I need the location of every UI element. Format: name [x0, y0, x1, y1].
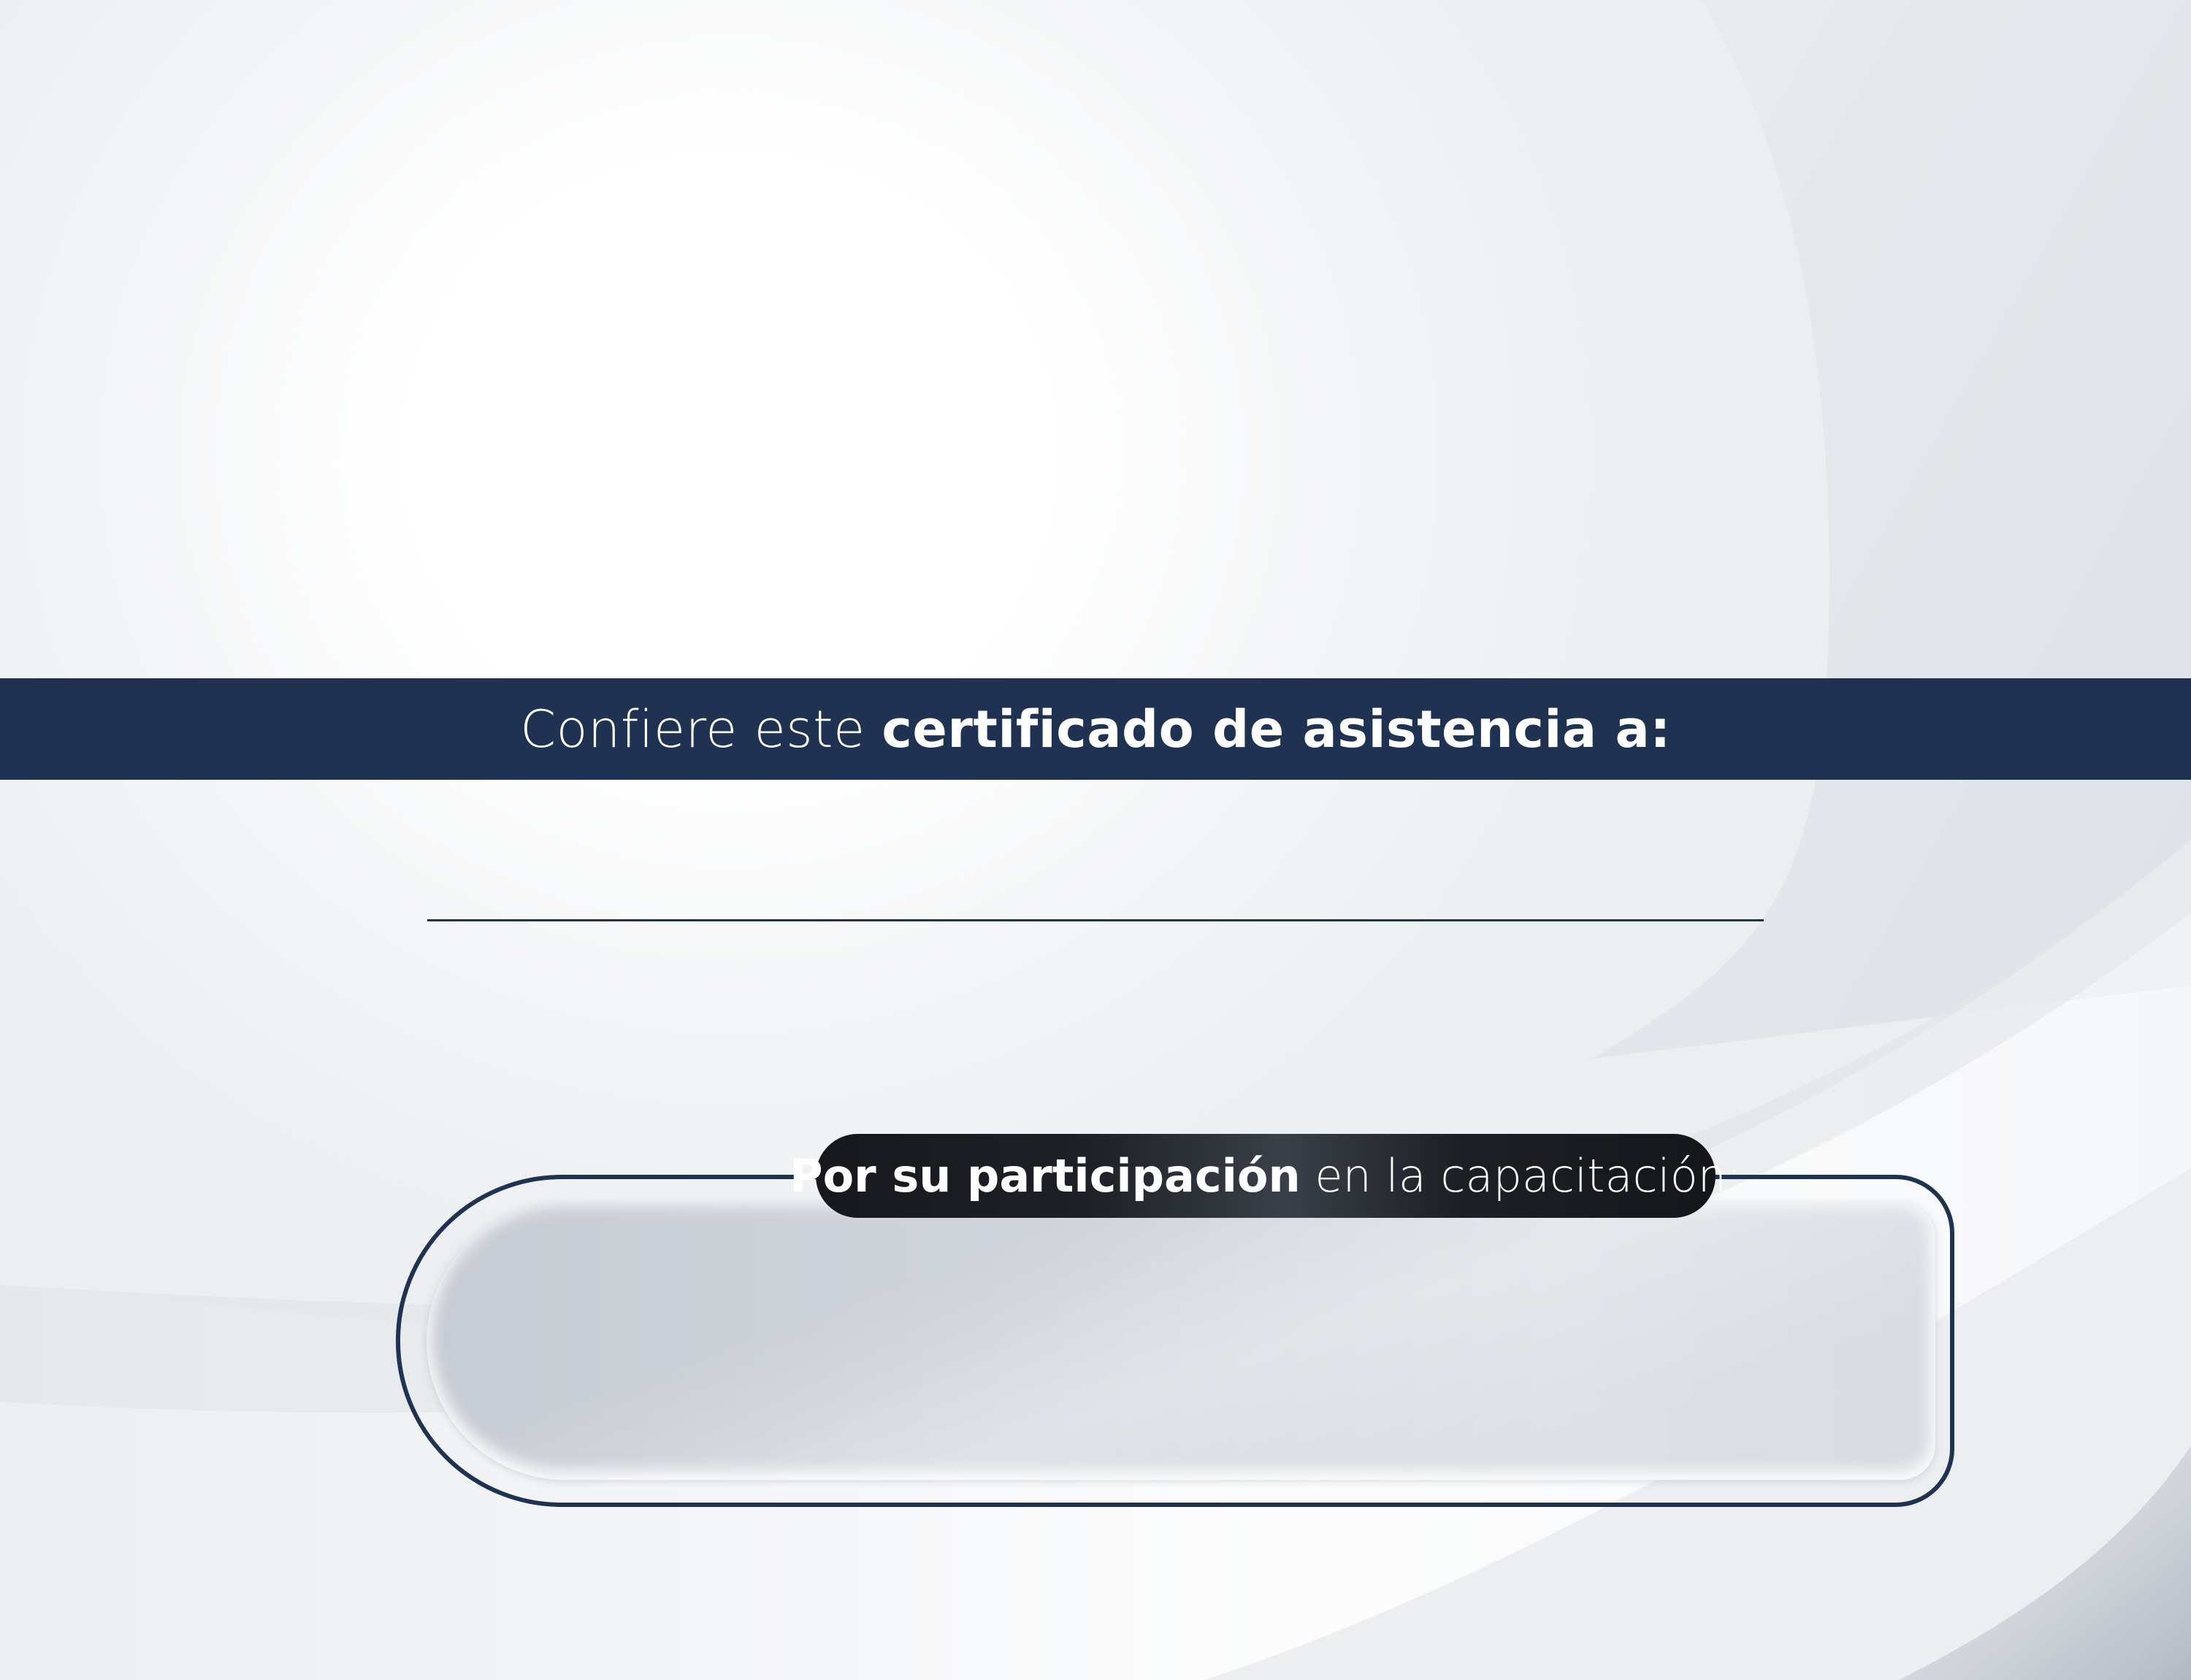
recipient-name-line: [427, 919, 1764, 921]
participation-text-light: en la capacitación:: [1300, 1148, 1742, 1203]
conferral-banner: Confiere este certificado de asistencia …: [0, 678, 2191, 780]
participation-text-bold: Por su participación: [789, 1148, 1301, 1203]
conferral-text-light: Confiere este: [520, 699, 882, 759]
participation-text: Por su participación en la capacitación:: [789, 1153, 1742, 1199]
right-arc-shade: [1592, 0, 2191, 1059]
certificate-page: Confiere este certificado de asistencia …: [0, 0, 2191, 1680]
training-name-area: [427, 1203, 1935, 1480]
participation-label-pill: Por su participación en la capacitación:: [789, 1134, 1742, 1218]
conferral-text: Confiere este certificado de asistencia …: [520, 704, 1670, 755]
conferral-text-bold: certificado de asistencia a:: [882, 699, 1671, 759]
